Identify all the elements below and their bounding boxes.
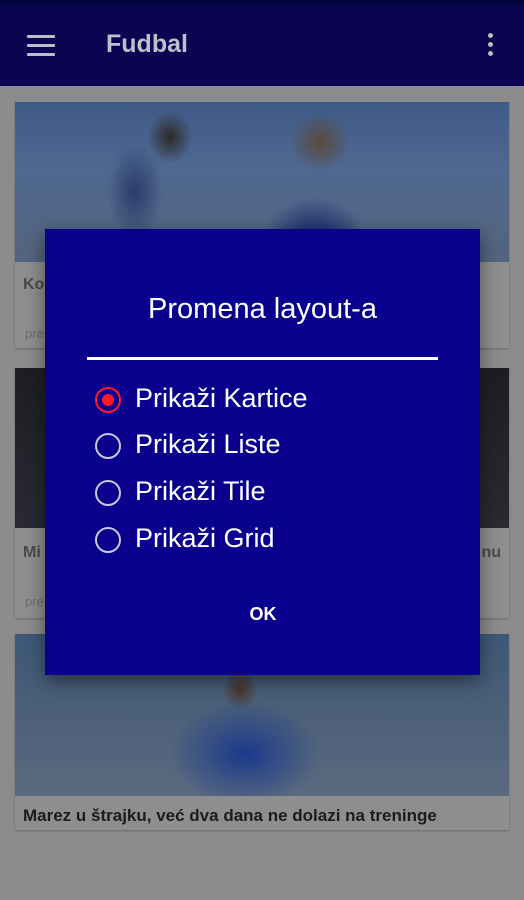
radio-button[interactable]: [95, 527, 121, 553]
layout-dialog: Promena layout-a Prikaži Kartice Prikaži…: [45, 229, 480, 675]
radio-button[interactable]: [95, 480, 121, 506]
dialog-divider: [87, 357, 438, 360]
radio-label: Prikaži Grid: [135, 523, 275, 553]
radio-option-liste[interactable]: Prikaži Liste: [95, 427, 435, 467]
radio-label: Prikaži Liste: [135, 429, 281, 459]
dialog-title: Promena layout-a: [148, 293, 377, 325]
radio-option-grid[interactable]: Prikaži Grid: [95, 521, 435, 561]
radio-label: Prikaži Tile: [135, 476, 266, 506]
radio-option-tile[interactable]: Prikaži Tile: [95, 474, 435, 514]
radio-button-checked[interactable]: [95, 387, 121, 413]
ok-button[interactable]: OK: [235, 597, 291, 631]
radio-label: Prikaži Kartice: [135, 383, 308, 413]
radio-option-kartice[interactable]: Prikaži Kartice: [95, 381, 435, 421]
radio-button[interactable]: [95, 433, 121, 459]
